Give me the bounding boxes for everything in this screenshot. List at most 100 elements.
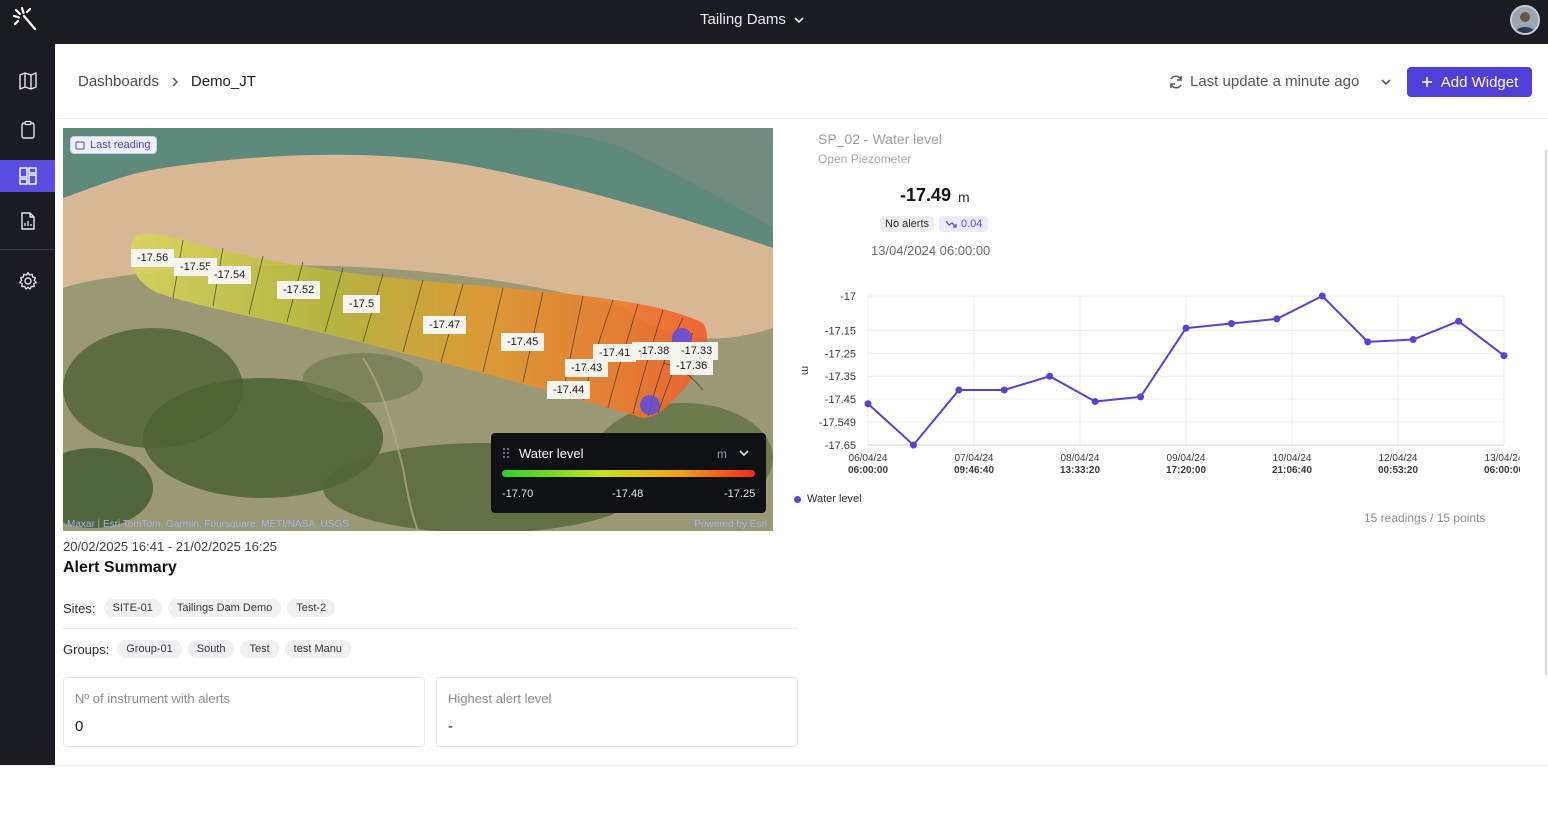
sidebar-item-dashboards[interactable] bbox=[0, 160, 55, 192]
breadcrumb-current: Demo_JT bbox=[190, 73, 256, 90]
contour-label: -17.41 bbox=[593, 344, 637, 362]
data-point[interactable] bbox=[1409, 336, 1417, 344]
data-point[interactable] bbox=[1364, 338, 1372, 346]
y-tick-label: -17.45 bbox=[825, 394, 856, 406]
data-point[interactable] bbox=[1091, 397, 1099, 405]
highest-alert-level-card: Highest alert level - bbox=[436, 677, 798, 747]
x-tick-date: 07/04/24 bbox=[955, 453, 994, 464]
contour-label: -17.38 bbox=[632, 342, 676, 360]
y-tick-label: -17.35 bbox=[825, 371, 856, 383]
page-bottom-edge bbox=[0, 765, 1548, 766]
alert-period: 20/02/2025 16:41 - 21/02/2025 16:25 bbox=[63, 539, 277, 554]
x-tick-date: 12/04/24 bbox=[1379, 453, 1418, 464]
y-axis-label: m bbox=[799, 366, 811, 375]
group-chip[interactable]: Group-01 bbox=[117, 640, 182, 658]
instruments-with-alerts-label: Nº of instrument with alerts bbox=[75, 691, 231, 706]
data-point[interactable] bbox=[1137, 393, 1145, 401]
vertical-scrollbar[interactable] bbox=[1545, 150, 1547, 675]
current-value-unit: m bbox=[958, 189, 970, 205]
report-file-icon bbox=[20, 212, 35, 230]
instruments-with-alerts-card: Nº of instrument with alerts 0 bbox=[63, 677, 425, 747]
map-widget[interactable]: Last reading -17.56 -17.55 -17.54 -17.52… bbox=[63, 128, 773, 531]
alert-summary-title: Alert Summary bbox=[63, 559, 177, 576]
sidebar-item-reports[interactable] bbox=[0, 205, 55, 237]
y-tick-label: -17.15 bbox=[825, 325, 856, 337]
data-point[interactable] bbox=[1182, 324, 1190, 332]
last-reading-badge: Last reading bbox=[70, 136, 157, 154]
last-update-status[interactable]: Last update a minute ago bbox=[1168, 73, 1359, 90]
top-bar: Tailing Dams bbox=[0, 0, 1548, 44]
contour-label: -17.36 bbox=[670, 357, 714, 375]
series-legend[interactable]: Water level bbox=[794, 493, 862, 505]
site-chip[interactable]: Tailings Dam Demo bbox=[167, 599, 282, 617]
data-point[interactable] bbox=[1455, 317, 1463, 325]
data-point[interactable] bbox=[1227, 320, 1235, 328]
data-point[interactable] bbox=[955, 386, 963, 394]
clipboard-icon bbox=[20, 120, 35, 139]
drag-handle-icon[interactable] bbox=[502, 447, 512, 459]
x-tick-date: 06/04/24 bbox=[849, 453, 888, 464]
data-point[interactable] bbox=[909, 441, 917, 449]
x-tick-time: 13:33:20 bbox=[1060, 465, 1100, 476]
series-legend-label: Water level bbox=[807, 493, 862, 505]
chevron-down-icon[interactable] bbox=[1380, 76, 1392, 88]
sidebar-item-tasks[interactable] bbox=[0, 114, 55, 146]
dashboard-icon bbox=[18, 167, 37, 185]
data-point[interactable] bbox=[1000, 386, 1008, 394]
breadcrumb-dashboards-link[interactable]: Dashboards bbox=[78, 73, 159, 90]
sites-row: Sites: SITE-01 Tailings Dam Demo Test-2 bbox=[63, 599, 336, 617]
series-legend-marker bbox=[794, 495, 801, 503]
groups-row: Groups: Group-01 South Test test Manu bbox=[63, 640, 351, 658]
instruments-with-alerts-value: 0 bbox=[75, 718, 84, 735]
map-powered-by[interactable]: Powered by Esri bbox=[694, 519, 767, 530]
x-tick-date: 09/04/24 bbox=[1167, 453, 1206, 464]
water-level-chart[interactable]: -17 -17.15 -17.25 -17.35 -17.45 -17.549 -17.65… bbox=[790, 280, 1520, 485]
calendar-icon bbox=[75, 141, 85, 150]
user-avatar-icon[interactable] bbox=[1510, 5, 1540, 35]
sidebar-item-map[interactable] bbox=[0, 65, 55, 97]
gear-icon bbox=[18, 271, 37, 290]
site-chip[interactable]: SITE-01 bbox=[103, 599, 162, 617]
legend-color-ramp bbox=[502, 470, 755, 477]
chip-divider bbox=[63, 628, 798, 629]
sparkle-logo-icon[interactable] bbox=[10, 4, 42, 36]
x-tick-time: 00:53:20 bbox=[1378, 465, 1418, 476]
data-point[interactable] bbox=[1046, 372, 1054, 380]
contour-label: -17.52 bbox=[277, 281, 321, 299]
x-tick-time: 06:00:00 bbox=[1484, 465, 1520, 476]
trend-down-icon bbox=[945, 220, 957, 228]
breadcrumb: Dashboards Demo_JT bbox=[78, 73, 256, 90]
contour-label: -17.56 bbox=[131, 249, 175, 267]
y-tick-label: -17.65 bbox=[825, 440, 856, 452]
group-chip[interactable]: Test bbox=[240, 640, 279, 658]
instrument-marker[interactable] bbox=[640, 395, 660, 415]
chevron-down-icon[interactable] bbox=[738, 447, 750, 459]
add-widget-button[interactable]: Add Widget bbox=[1407, 67, 1532, 97]
legend-title: Water level bbox=[519, 446, 584, 461]
site-chip[interactable]: Test-2 bbox=[287, 599, 336, 617]
x-tick-date: 13/04/24 bbox=[1485, 453, 1520, 464]
trend-badge: 0.04 bbox=[939, 216, 989, 232]
map-legend: Water level m -17.70 -17.48 -17.25 bbox=[491, 433, 766, 513]
chevron-right-icon bbox=[172, 76, 178, 87]
readings-count: 15 readings / 15 points bbox=[1364, 511, 1486, 525]
legend-tick-min: -17.70 bbox=[502, 488, 534, 500]
last-reading-label: Last reading bbox=[90, 139, 151, 151]
x-tick-time: 06:00:00 bbox=[848, 465, 888, 476]
data-point[interactable] bbox=[864, 400, 872, 408]
data-point[interactable] bbox=[1318, 292, 1326, 300]
project-selector[interactable]: Tailing Dams bbox=[700, 11, 804, 28]
x-tick-time: 17:20:00 bbox=[1166, 465, 1206, 476]
group-chip[interactable]: South bbox=[187, 640, 235, 658]
x-tick-time: 09:46:40 bbox=[954, 465, 994, 476]
legend-unit: m bbox=[717, 447, 727, 461]
sidebar-item-settings[interactable] bbox=[0, 265, 55, 297]
trend-value: 0.04 bbox=[961, 218, 983, 230]
group-chip[interactable]: test Manu bbox=[284, 640, 351, 658]
contour-label: -17.47 bbox=[423, 316, 467, 334]
contour-label: -17.54 bbox=[208, 266, 252, 284]
data-point[interactable] bbox=[1500, 352, 1508, 360]
widget-subtitle: Open Piezometer bbox=[818, 152, 912, 166]
data-point[interactable] bbox=[1273, 315, 1281, 323]
highest-alert-level-value: - bbox=[448, 718, 453, 735]
